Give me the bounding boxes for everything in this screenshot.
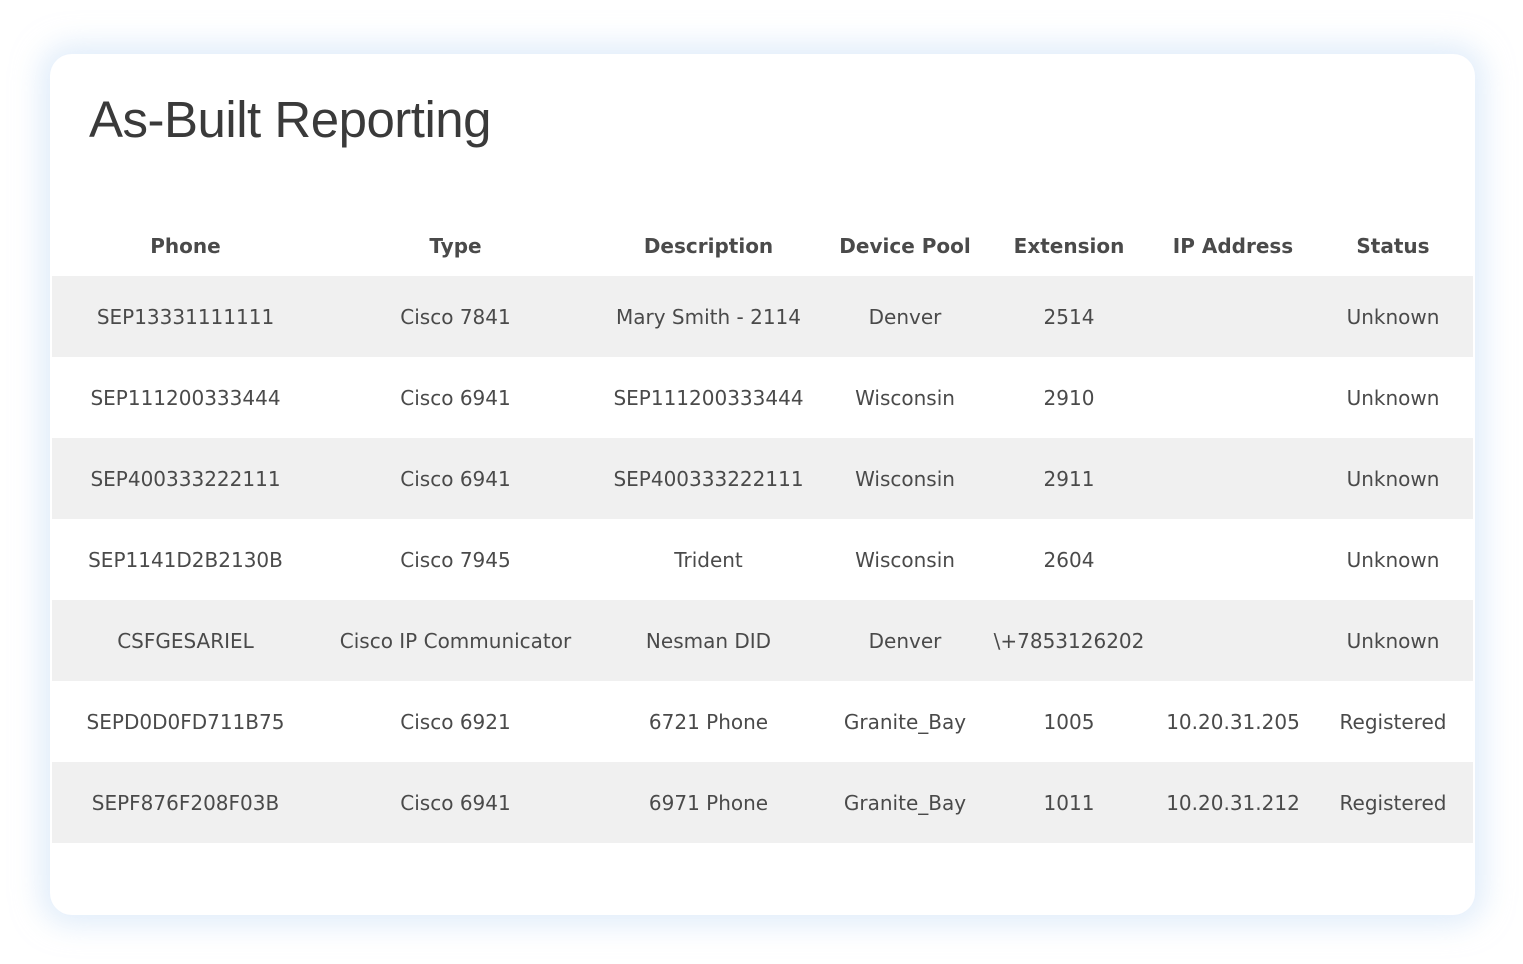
cell-status: Registered	[1339, 790, 1447, 815]
cell-ip-address	[1153, 357, 1313, 438]
cell-ip-address	[1153, 600, 1313, 681]
table-row[interactable]: CSFGESARIEL Cisco IP Communicator Nesman…	[52, 600, 1473, 681]
cell-device-pool: Wisconsin	[855, 466, 955, 491]
cell-device-pool: Denver	[868, 304, 942, 329]
cell-device-pool: Denver	[868, 628, 942, 653]
cell-phone: SEP1141D2B2130B	[88, 547, 283, 572]
cell-ip-address: 10.20.31.205	[1166, 709, 1300, 734]
cell-phone: SEPF876F208F03B	[91, 790, 280, 815]
cell-status: Unknown	[1346, 466, 1440, 491]
cell-type: Cisco 7945	[400, 547, 511, 572]
as-built-table: Phone Type Description Device Pool Exten…	[52, 216, 1473, 843]
table-row[interactable]: SEP13331111111 Cisco 7841 Mary Smith - 2…	[52, 276, 1473, 357]
column-header-status[interactable]: Status	[1313, 216, 1473, 276]
cell-type: Cisco 6941	[400, 385, 511, 410]
cell-extension: 2910	[1043, 385, 1095, 410]
cell-extension: 1011	[1043, 790, 1095, 815]
cell-status: Unknown	[1346, 385, 1440, 410]
page-title: As-Built Reporting	[89, 91, 492, 148]
table-header-row: Phone Type Description Device Pool Exten…	[52, 216, 1473, 276]
cell-description: 6971 Phone	[648, 790, 769, 815]
cell-device-pool: Wisconsin	[855, 547, 955, 572]
column-header-phone[interactable]: Phone	[52, 216, 319, 276]
column-header-device-pool[interactable]: Device Pool	[825, 216, 985, 276]
cell-device-pool: Granite_Bay	[843, 709, 967, 734]
cell-phone: SEP111200333444	[90, 385, 281, 410]
cell-device-pool: Wisconsin	[855, 385, 955, 410]
cell-status: Registered	[1339, 709, 1447, 734]
cell-description: Trident	[674, 547, 743, 572]
cell-extension: 2604	[1043, 547, 1095, 572]
table-row[interactable]: SEP400333222111 Cisco 6941 SEP4003332221…	[52, 438, 1473, 519]
cell-ip-address	[1153, 276, 1313, 357]
cell-description: Nesman DID	[645, 628, 772, 653]
cell-type: Cisco IP Communicator	[339, 628, 572, 653]
cell-extension: 2911	[1043, 466, 1095, 491]
cell-description: SEP111200333444	[613, 385, 804, 410]
cell-type: Cisco 6941	[400, 790, 511, 815]
cell-phone: SEP13331111111	[96, 304, 275, 329]
cell-phone: SEP400333222111	[90, 466, 281, 491]
cell-ip-address	[1153, 438, 1313, 519]
cell-phone: CSFGESARIEL	[117, 628, 254, 653]
cell-status: Unknown	[1346, 547, 1440, 572]
cell-ip-address: 10.20.31.212	[1166, 790, 1300, 815]
cell-device-pool: Granite_Bay	[843, 790, 967, 815]
column-header-extension[interactable]: Extension	[985, 216, 1153, 276]
column-header-description[interactable]: Description	[592, 216, 825, 276]
cell-extension: \+7853126202	[993, 628, 1145, 653]
table-row[interactable]: SEP1141D2B2130B Cisco 7945 Trident Wisco…	[52, 519, 1473, 600]
column-header-ip-address[interactable]: IP Address	[1153, 216, 1313, 276]
report-card: As-Built Reporting Phone Type Descriptio…	[50, 54, 1475, 915]
cell-status: Unknown	[1346, 628, 1440, 653]
table-row[interactable]: SEPD0D0FD711B75 Cisco 6921 6721 Phone Gr…	[52, 681, 1473, 762]
cell-description: 6721 Phone	[648, 709, 769, 734]
cell-ip-address	[1153, 519, 1313, 600]
cell-extension: 2514	[1043, 304, 1095, 329]
cell-description: SEP400333222111	[613, 466, 804, 491]
cell-phone: SEPD0D0FD711B75	[86, 709, 285, 734]
cell-description: Mary Smith - 2114	[615, 304, 801, 329]
cell-extension: 1005	[1043, 709, 1095, 734]
table-row[interactable]: SEP111200333444 Cisco 6941 SEP1112003334…	[52, 357, 1473, 438]
cell-type: Cisco 6941	[400, 466, 511, 491]
column-header-type[interactable]: Type	[319, 216, 592, 276]
cell-type: Cisco 7841	[400, 304, 511, 329]
table-row[interactable]: SEPF876F208F03B Cisco 6941 6971 Phone Gr…	[52, 762, 1473, 843]
cell-status: Unknown	[1346, 304, 1440, 329]
cell-type: Cisco 6921	[400, 709, 511, 734]
